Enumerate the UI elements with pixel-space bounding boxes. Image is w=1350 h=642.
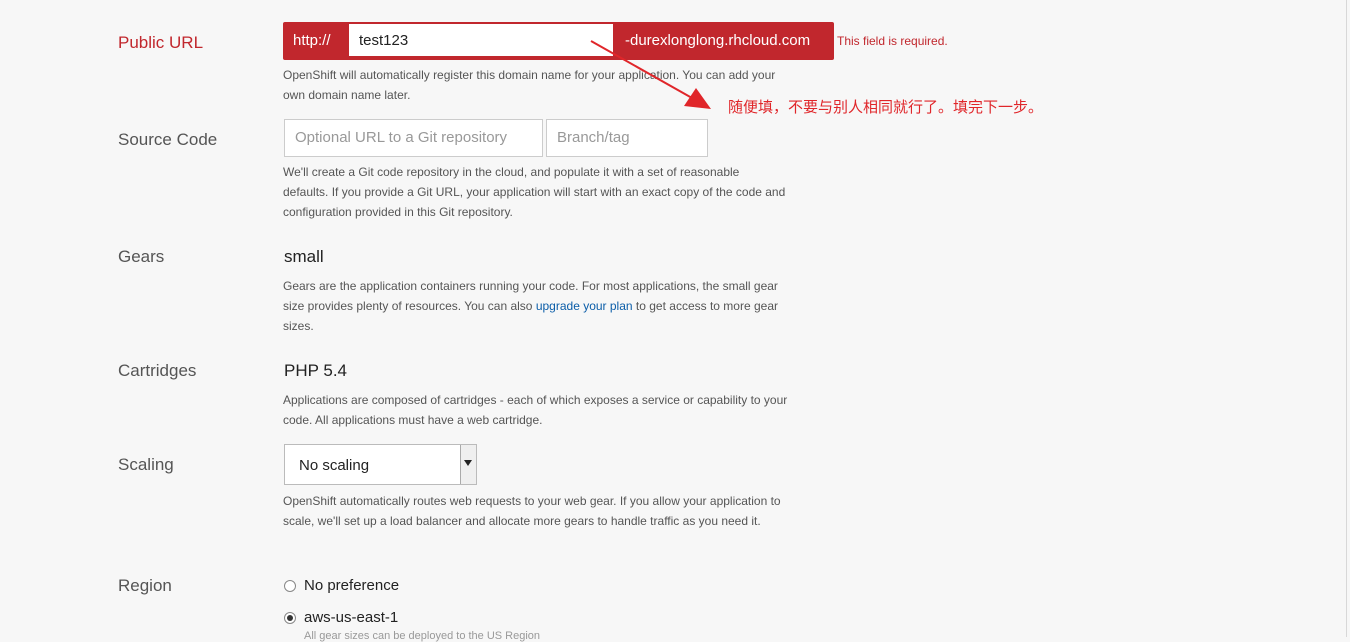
source-code-help: We'll create a Git code repository in th…: [283, 165, 786, 219]
annotation-text: 随便填，不要与别人相同就行了。填完下一步。: [728, 98, 1044, 116]
dropdown-button[interactable]: [460, 445, 476, 484]
cartridges-help: Applications are composed of cartridges …: [283, 393, 788, 427]
chevron-down-icon: [464, 460, 472, 466]
radio-aws-us-east-1[interactable]: [284, 612, 296, 624]
scaling-selected-value: No scaling: [299, 457, 370, 474]
radio-label-no-preference: No preference: [304, 577, 400, 594]
radio-label-aws-us-east-1: aws-us-east-1: [304, 609, 399, 626]
scaling-select[interactable]: No scaling: [284, 444, 477, 485]
cartridge-value: PHP 5.4: [284, 361, 348, 380]
upgrade-plan-link[interactable]: upgrade your plan: [536, 299, 633, 313]
git-url-input[interactable]: Optional URL to a Git repository: [284, 119, 543, 157]
gear-size-value: small: [284, 247, 324, 266]
scaling-help: OpenShift automatically routes web reque…: [283, 494, 781, 528]
region-label: Region: [118, 576, 172, 595]
cartridges-label: Cartridges: [118, 361, 197, 380]
source-code-label: Source Code: [118, 130, 218, 149]
gears-help: Gears are the application containers run…: [283, 276, 788, 336]
region-help: All gear sizes can be deployed to the US…: [304, 630, 541, 642]
scaling-label: Scaling: [118, 455, 174, 474]
branch-tag-input[interactable]: Branch/tag: [546, 119, 708, 157]
radio-no-preference[interactable]: [284, 580, 296, 592]
gears-label: Gears: [118, 247, 165, 266]
